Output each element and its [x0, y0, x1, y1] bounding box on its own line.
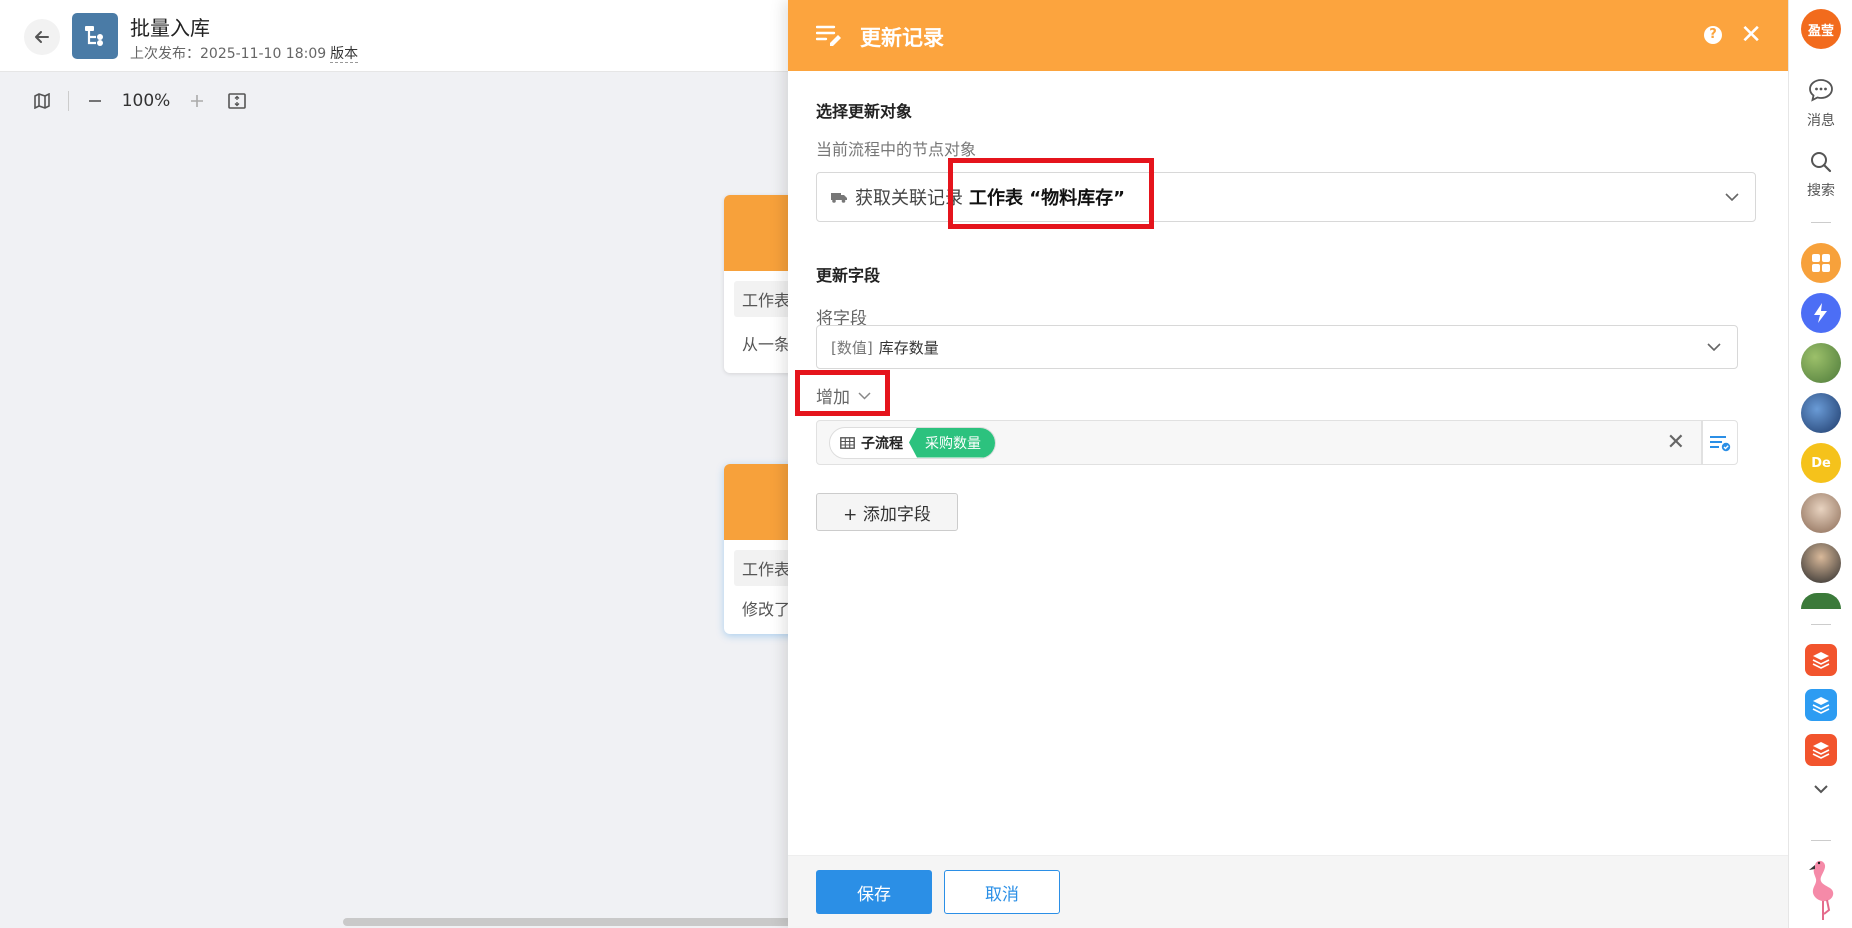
value-token[interactable]: 子流程 采购数量	[829, 426, 996, 459]
member-avatar[interactable]	[1801, 493, 1841, 533]
add-field-button[interactable]: + 添加字段	[816, 493, 958, 531]
back-button[interactable]	[24, 19, 60, 55]
save-button[interactable]: 保存	[816, 870, 932, 914]
canvas-toolbar: 100%	[22, 88, 257, 114]
zoom-level: 100%	[121, 91, 171, 111]
minimap-button[interactable]	[22, 88, 62, 114]
arrow-left-icon	[35, 31, 49, 43]
publish-info: 上次发布：2025-11-10 18:09 版本	[130, 43, 359, 63]
close-icon[interactable]: ✕	[1740, 22, 1762, 48]
token-source: 子流程	[830, 428, 913, 458]
panel-title: 更新记录	[860, 26, 944, 50]
sidebar-divider	[1811, 840, 1831, 841]
top-header: 批量入库 上次发布：2025-11-10 18:09 版本	[0, 0, 788, 72]
clear-value-icon[interactable]: ✕	[1667, 430, 1685, 455]
zoom-in-button[interactable]	[177, 88, 217, 114]
field-type-text: [数值]	[831, 338, 873, 357]
target-label: 当前流程中的节点对象	[816, 140, 977, 159]
panel-footer: 保存 取消	[788, 855, 1788, 928]
token-source-text: 子流程	[861, 435, 903, 452]
member-avatar[interactable]: De	[1801, 443, 1841, 483]
sidebar-divider	[1811, 222, 1831, 223]
fit-screen-button[interactable]	[217, 88, 257, 114]
value-input[interactable]: 子流程 采购数量 ✕	[816, 420, 1702, 465]
chat-icon	[1809, 79, 1833, 102]
user-avatar[interactable]: 盈莹	[1801, 9, 1841, 49]
last-publish-text: 上次发布：2025-11-10 18:09	[130, 46, 327, 62]
member-avatar[interactable]	[1801, 593, 1841, 609]
flamingo-mascot-icon[interactable]	[1789, 856, 1852, 926]
page-title: 批量入库	[130, 16, 210, 40]
search-label: 搜索	[1807, 183, 1835, 199]
lightning-icon[interactable]	[1801, 293, 1841, 333]
app-icon[interactable]	[1805, 644, 1837, 676]
workflow-app-icon	[72, 13, 118, 59]
chevron-down-icon	[1814, 785, 1828, 794]
search-icon	[1811, 152, 1832, 173]
operation-text: 增加	[816, 388, 850, 408]
fit-screen-icon	[228, 93, 246, 109]
help-icon[interactable]: ?	[1704, 26, 1722, 44]
app-icon[interactable]	[1805, 689, 1837, 721]
app-grid-icon[interactable]	[1801, 243, 1841, 283]
truck-icon	[831, 193, 847, 203]
member-avatar[interactable]	[1801, 543, 1841, 583]
field-select[interactable]: [数值] 库存数量	[816, 325, 1738, 369]
chevron-down-icon	[1707, 343, 1721, 351]
operation-select[interactable]: 增加	[816, 383, 871, 408]
workflow-icon	[85, 26, 103, 46]
messages-button[interactable]: 消息	[1789, 78, 1852, 130]
target-object-select[interactable]: 获取关联记录 工作表 “物料库存”	[816, 172, 1756, 222]
field-picker-icon	[1710, 435, 1731, 451]
panel-header: 更新记录 ? ✕	[788, 0, 1788, 71]
messages-label: 消息	[1807, 113, 1835, 129]
plus-icon	[191, 95, 203, 107]
horizontal-scrollbar[interactable]	[343, 918, 793, 926]
field-picker-button[interactable]	[1702, 420, 1738, 465]
table-icon	[840, 436, 855, 449]
expand-more-button[interactable]	[1789, 782, 1852, 798]
version-link[interactable]: 版本	[330, 46, 359, 63]
chevron-down-icon	[1725, 193, 1739, 201]
cancel-button[interactable]: 取消	[944, 870, 1060, 914]
section-title-target: 选择更新对象	[816, 102, 913, 121]
zoom-out-button[interactable]	[75, 88, 115, 114]
target-table-text: 工作表 “物料库存”	[969, 188, 1125, 209]
update-record-panel: 更新记录 ? ✕ 选择更新对象 当前流程中的节点对象 获取关联记录 工作表 “物…	[788, 0, 1788, 928]
minus-icon	[89, 100, 101, 102]
map-icon	[34, 93, 50, 109]
token-field-text: 采购数量	[909, 427, 995, 458]
sidebar-divider	[1811, 624, 1831, 625]
field-name-text: 库存数量	[878, 338, 939, 357]
member-avatar[interactable]	[1801, 393, 1841, 433]
member-avatar[interactable]	[1801, 343, 1841, 383]
chevron-down-icon	[858, 391, 871, 400]
search-button[interactable]: 搜索	[1789, 150, 1852, 200]
edit-list-icon	[816, 25, 841, 46]
target-source-text: 获取关联记录	[855, 188, 963, 209]
section-title-fields: 更新字段	[816, 266, 881, 285]
toolbar-divider	[68, 91, 69, 111]
app-icon[interactable]	[1805, 734, 1837, 766]
right-sidebar: 盈莹 消息 搜索 De	[1788, 0, 1852, 928]
